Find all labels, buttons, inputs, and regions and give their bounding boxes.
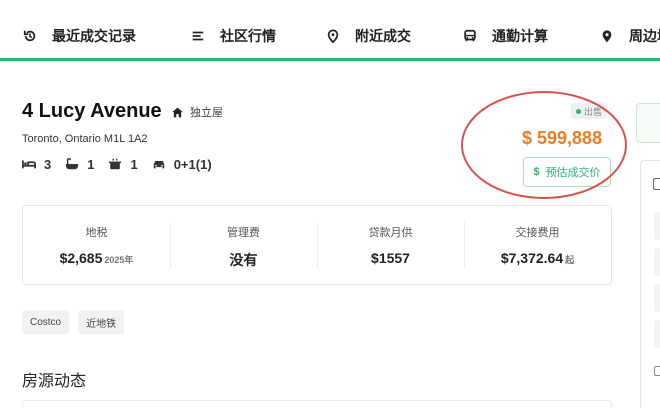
stat-label: 交接费用 <box>515 227 560 239</box>
car-icon <box>153 160 164 169</box>
status-badge: 出售 <box>571 103 608 119</box>
location-pin-icon <box>325 28 341 44</box>
cooking-pot-icon <box>109 158 122 170</box>
side-panel-field[interactable] <box>654 320 660 348</box>
nav-item-commute[interactable]: 通勤计算 <box>462 25 548 47</box>
property-type: 独立屋 <box>171 104 223 120</box>
bedrooms: 3 <box>22 157 51 172</box>
stat-sub: 2025年 <box>104 255 134 265</box>
stat-value: $1557 <box>317 250 464 266</box>
list-icon <box>190 28 206 44</box>
nav-item-nearby-sales[interactable]: 附近成交 <box>325 25 411 47</box>
nav-item-label: 附近成交 <box>355 28 411 44</box>
listing-price: $ 599,888 <box>522 128 603 148</box>
map-pin-icon <box>599 28 615 44</box>
kitchens-count: 1 <box>130 156 138 172</box>
stat-value-text: 没有 <box>229 252 258 268</box>
parking: 0+1(1) <box>152 157 212 172</box>
bathtub-icon <box>66 158 79 170</box>
top-nav: 最近成交记录 社区行情 附近成交 通勤计算 周边坩 <box>0 0 660 62</box>
stat-value: $2,685 2025年 <box>23 250 170 266</box>
parking-count: 0+1(1) <box>173 156 212 172</box>
stat-sub: 起 <box>565 255 575 265</box>
kitchens: 1 <box>108 156 138 172</box>
stat-value: 没有 <box>170 250 317 270</box>
estimate-price-label: 预估成交价 <box>545 167 601 179</box>
side-panel-field[interactable] <box>654 284 660 312</box>
tag: Costco <box>22 310 70 334</box>
nav-item-label: 通勤计算 <box>492 28 548 44</box>
bed-icon <box>22 160 36 169</box>
tag: 近地铁 <box>78 310 125 334</box>
dollar-icon: $ <box>533 166 540 178</box>
stat-label: 管理费 <box>227 227 260 239</box>
nav-item-community[interactable]: 社区行情 <box>190 25 276 47</box>
stat-label: 贷款月供 <box>368 227 413 239</box>
stat-property-tax: 地税 $2,685 2025年 <box>23 206 170 284</box>
side-panel-header[interactable] <box>636 103 660 143</box>
listing-title: 4 Lucy Avenue <box>22 100 162 122</box>
stat-value: $7,372.64 起 <box>464 250 611 266</box>
history-icon <box>22 28 38 44</box>
nav-item-surroundings[interactable]: 周边坩 <box>599 25 660 47</box>
listing-activity-card <box>22 400 612 408</box>
status-dot <box>576 108 581 114</box>
estimate-price-button[interactable]: $ 预估成交价 <box>523 157 611 187</box>
stat-maintenance-fee: 管理费 没有 <box>170 206 317 284</box>
bedrooms-count: 3 <box>44 156 52 172</box>
cost-summary: 地税 $2,685 2025年 管理费 没有 贷款月供 $1557 交接费用 $7… <box>22 205 612 285</box>
nav-item-label: 社区行情 <box>220 28 276 44</box>
calendar-icon <box>653 178 660 190</box>
section-title: 房源动态 <box>22 373 87 390</box>
side-panel-field[interactable] <box>654 248 660 276</box>
nav-item-recent-sales[interactable]: 最近成交记录 <box>22 25 136 47</box>
status-label: 出售 <box>584 106 603 117</box>
nav-active-underline <box>0 58 660 61</box>
stat-mortgage[interactable]: 贷款月供 $1557 <box>317 206 464 284</box>
listing-tags: Costco 近地铁 <box>22 310 133 334</box>
listing-address: Toronto, Ontario M1L 1A2 <box>22 133 148 145</box>
bathrooms: 1 <box>65 157 94 172</box>
stat-label: 地税 <box>85 227 108 239</box>
side-panel-checkbox[interactable] <box>654 366 660 376</box>
listing-features: 3 1 1 0+1(1) <box>22 155 226 173</box>
bus-icon <box>462 28 478 44</box>
stat-value-text: $1557 <box>371 250 410 266</box>
house-icon <box>172 107 183 117</box>
bathrooms-count: 1 <box>87 156 95 172</box>
nav-item-label: 周边坩 <box>629 28 660 44</box>
nav-item-label: 最近成交记录 <box>52 28 136 44</box>
side-panel-field[interactable] <box>654 212 660 240</box>
property-type-label: 独立屋 <box>190 107 223 119</box>
stat-value-text: $7,372.64 <box>500 250 564 266</box>
stat-value-text: $2,685 <box>59 250 103 266</box>
stat-closing-cost[interactable]: 交接费用 $7,372.64 起 <box>464 206 611 284</box>
